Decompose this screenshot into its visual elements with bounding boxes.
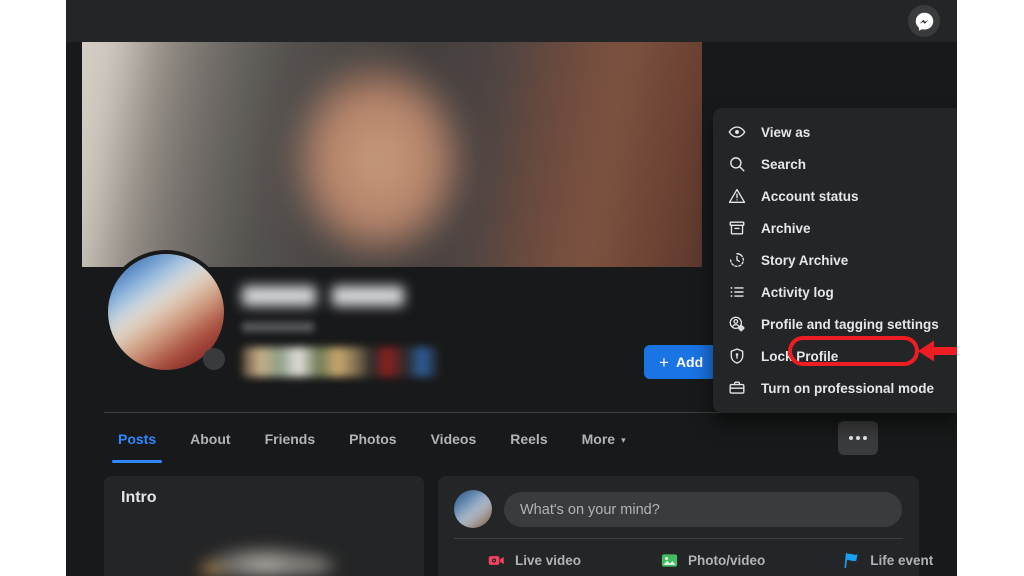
menu-item-profile-and-tagging-settings[interactable]: Profile and tagging settings xyxy=(713,308,957,340)
post-composer-input[interactable] xyxy=(504,492,902,527)
intro-card: Intro xyxy=(104,476,424,576)
tab-label: Videos xyxy=(430,431,477,447)
camera-icon[interactable] xyxy=(203,348,225,370)
live-video-label: Live video xyxy=(515,552,582,568)
add-button[interactable]: + Add xyxy=(644,345,719,379)
post-composer-card: Live video Photo/video xyxy=(438,476,933,576)
menu-item-label: Profile and tagging settings xyxy=(761,316,939,332)
menu-item-story-archive[interactable]: Story Archive xyxy=(713,244,957,276)
menu-item-archive[interactable]: Archive xyxy=(713,212,957,244)
chevron-down-icon: ▾ xyxy=(621,434,626,445)
briefcase-icon xyxy=(727,378,747,398)
menu-item-view-as[interactable]: View as xyxy=(713,116,957,148)
tab-label: Reels xyxy=(510,431,548,447)
profile-gear-icon xyxy=(727,314,747,334)
photo-video-button[interactable]: Photo/video xyxy=(649,544,775,576)
archive-icon xyxy=(727,218,747,238)
tab-label: About xyxy=(190,431,231,447)
tab-reels[interactable]: Reels xyxy=(496,415,561,463)
plus-icon: + xyxy=(659,352,669,372)
live-video-button[interactable]: Live video xyxy=(476,544,591,576)
letterbox-right xyxy=(957,0,1024,576)
tab-friends[interactable]: Friends xyxy=(251,415,330,463)
menu-item-label: Archive xyxy=(761,220,811,236)
profile-options-dropdown: View as Search Account status Archive St… xyxy=(713,108,957,413)
menu-item-lock-profile[interactable]: Lock Profile xyxy=(713,340,957,372)
screenshot-root: + Add Posts About Friends Photos Videos … xyxy=(0,0,1024,576)
messenger-icon[interactable] xyxy=(908,5,940,37)
flag-icon xyxy=(841,550,861,570)
profile-subtitle xyxy=(242,322,314,332)
ellipsis-icon xyxy=(863,436,867,440)
ellipsis-icon xyxy=(856,436,860,440)
cover-photo[interactable] xyxy=(82,42,702,267)
friend-thumbnails[interactable] xyxy=(242,347,438,377)
menu-item-label: Account status xyxy=(761,188,859,204)
cover-photo-image xyxy=(82,42,702,267)
menu-item-activity-log[interactable]: Activity log xyxy=(713,276,957,308)
list-icon xyxy=(727,282,747,302)
eye-icon xyxy=(727,122,747,142)
composer-divider xyxy=(454,538,903,539)
profile-tab-bar: Posts About Friends Photos Videos Reels … xyxy=(104,415,640,463)
warning-icon xyxy=(727,186,747,206)
tab-posts[interactable]: Posts xyxy=(104,415,170,463)
tab-label: Photos xyxy=(349,431,397,447)
tab-label: Friends xyxy=(264,431,316,447)
search-icon xyxy=(727,154,747,174)
menu-item-label: Story Archive xyxy=(761,252,849,268)
page-title xyxy=(242,283,420,311)
photo-video-label: Photo/video xyxy=(688,552,766,568)
browser-viewport: + Add Posts About Friends Photos Videos … xyxy=(66,0,957,576)
composer-actions: Live video Photo/video Life event xyxy=(454,544,933,576)
menu-item-label: Lock Profile xyxy=(761,348,839,364)
tab-videos[interactable]: Videos xyxy=(417,415,491,463)
life-event-button[interactable]: Life event xyxy=(831,544,943,576)
composer-avatar-image xyxy=(454,490,492,528)
life-event-label: Life event xyxy=(870,552,934,568)
menu-item-label: View as xyxy=(761,124,811,140)
avatar[interactable] xyxy=(454,490,492,528)
clock-history-icon xyxy=(727,250,747,270)
letterbox-left xyxy=(0,0,66,576)
add-button-label: Add xyxy=(675,354,704,370)
tab-about[interactable]: About xyxy=(176,415,244,463)
shield-lock-icon xyxy=(727,346,747,366)
menu-item-search[interactable]: Search xyxy=(713,148,957,180)
menu-item-label: Turn on professional mode xyxy=(761,380,935,396)
live-video-icon xyxy=(486,550,506,570)
ellipsis-icon xyxy=(849,436,853,440)
tab-more[interactable]: More ▾ xyxy=(568,415,640,463)
tab-photos[interactable]: Photos xyxy=(335,415,410,463)
more-options-button[interactable] xyxy=(838,421,878,455)
intro-card-content xyxy=(156,526,376,576)
menu-item-turn-on-professional-mode[interactable]: Turn on professional mode xyxy=(713,372,957,404)
top-bar xyxy=(66,0,957,42)
tab-label: More xyxy=(581,431,616,447)
intro-card-title: Intro xyxy=(121,489,157,506)
menu-item-account-status[interactable]: Account status xyxy=(713,180,957,212)
menu-item-label: Activity log xyxy=(761,284,834,300)
tab-label: Posts xyxy=(118,431,157,447)
photo-video-icon xyxy=(659,550,679,570)
menu-item-label: Search xyxy=(761,156,807,172)
